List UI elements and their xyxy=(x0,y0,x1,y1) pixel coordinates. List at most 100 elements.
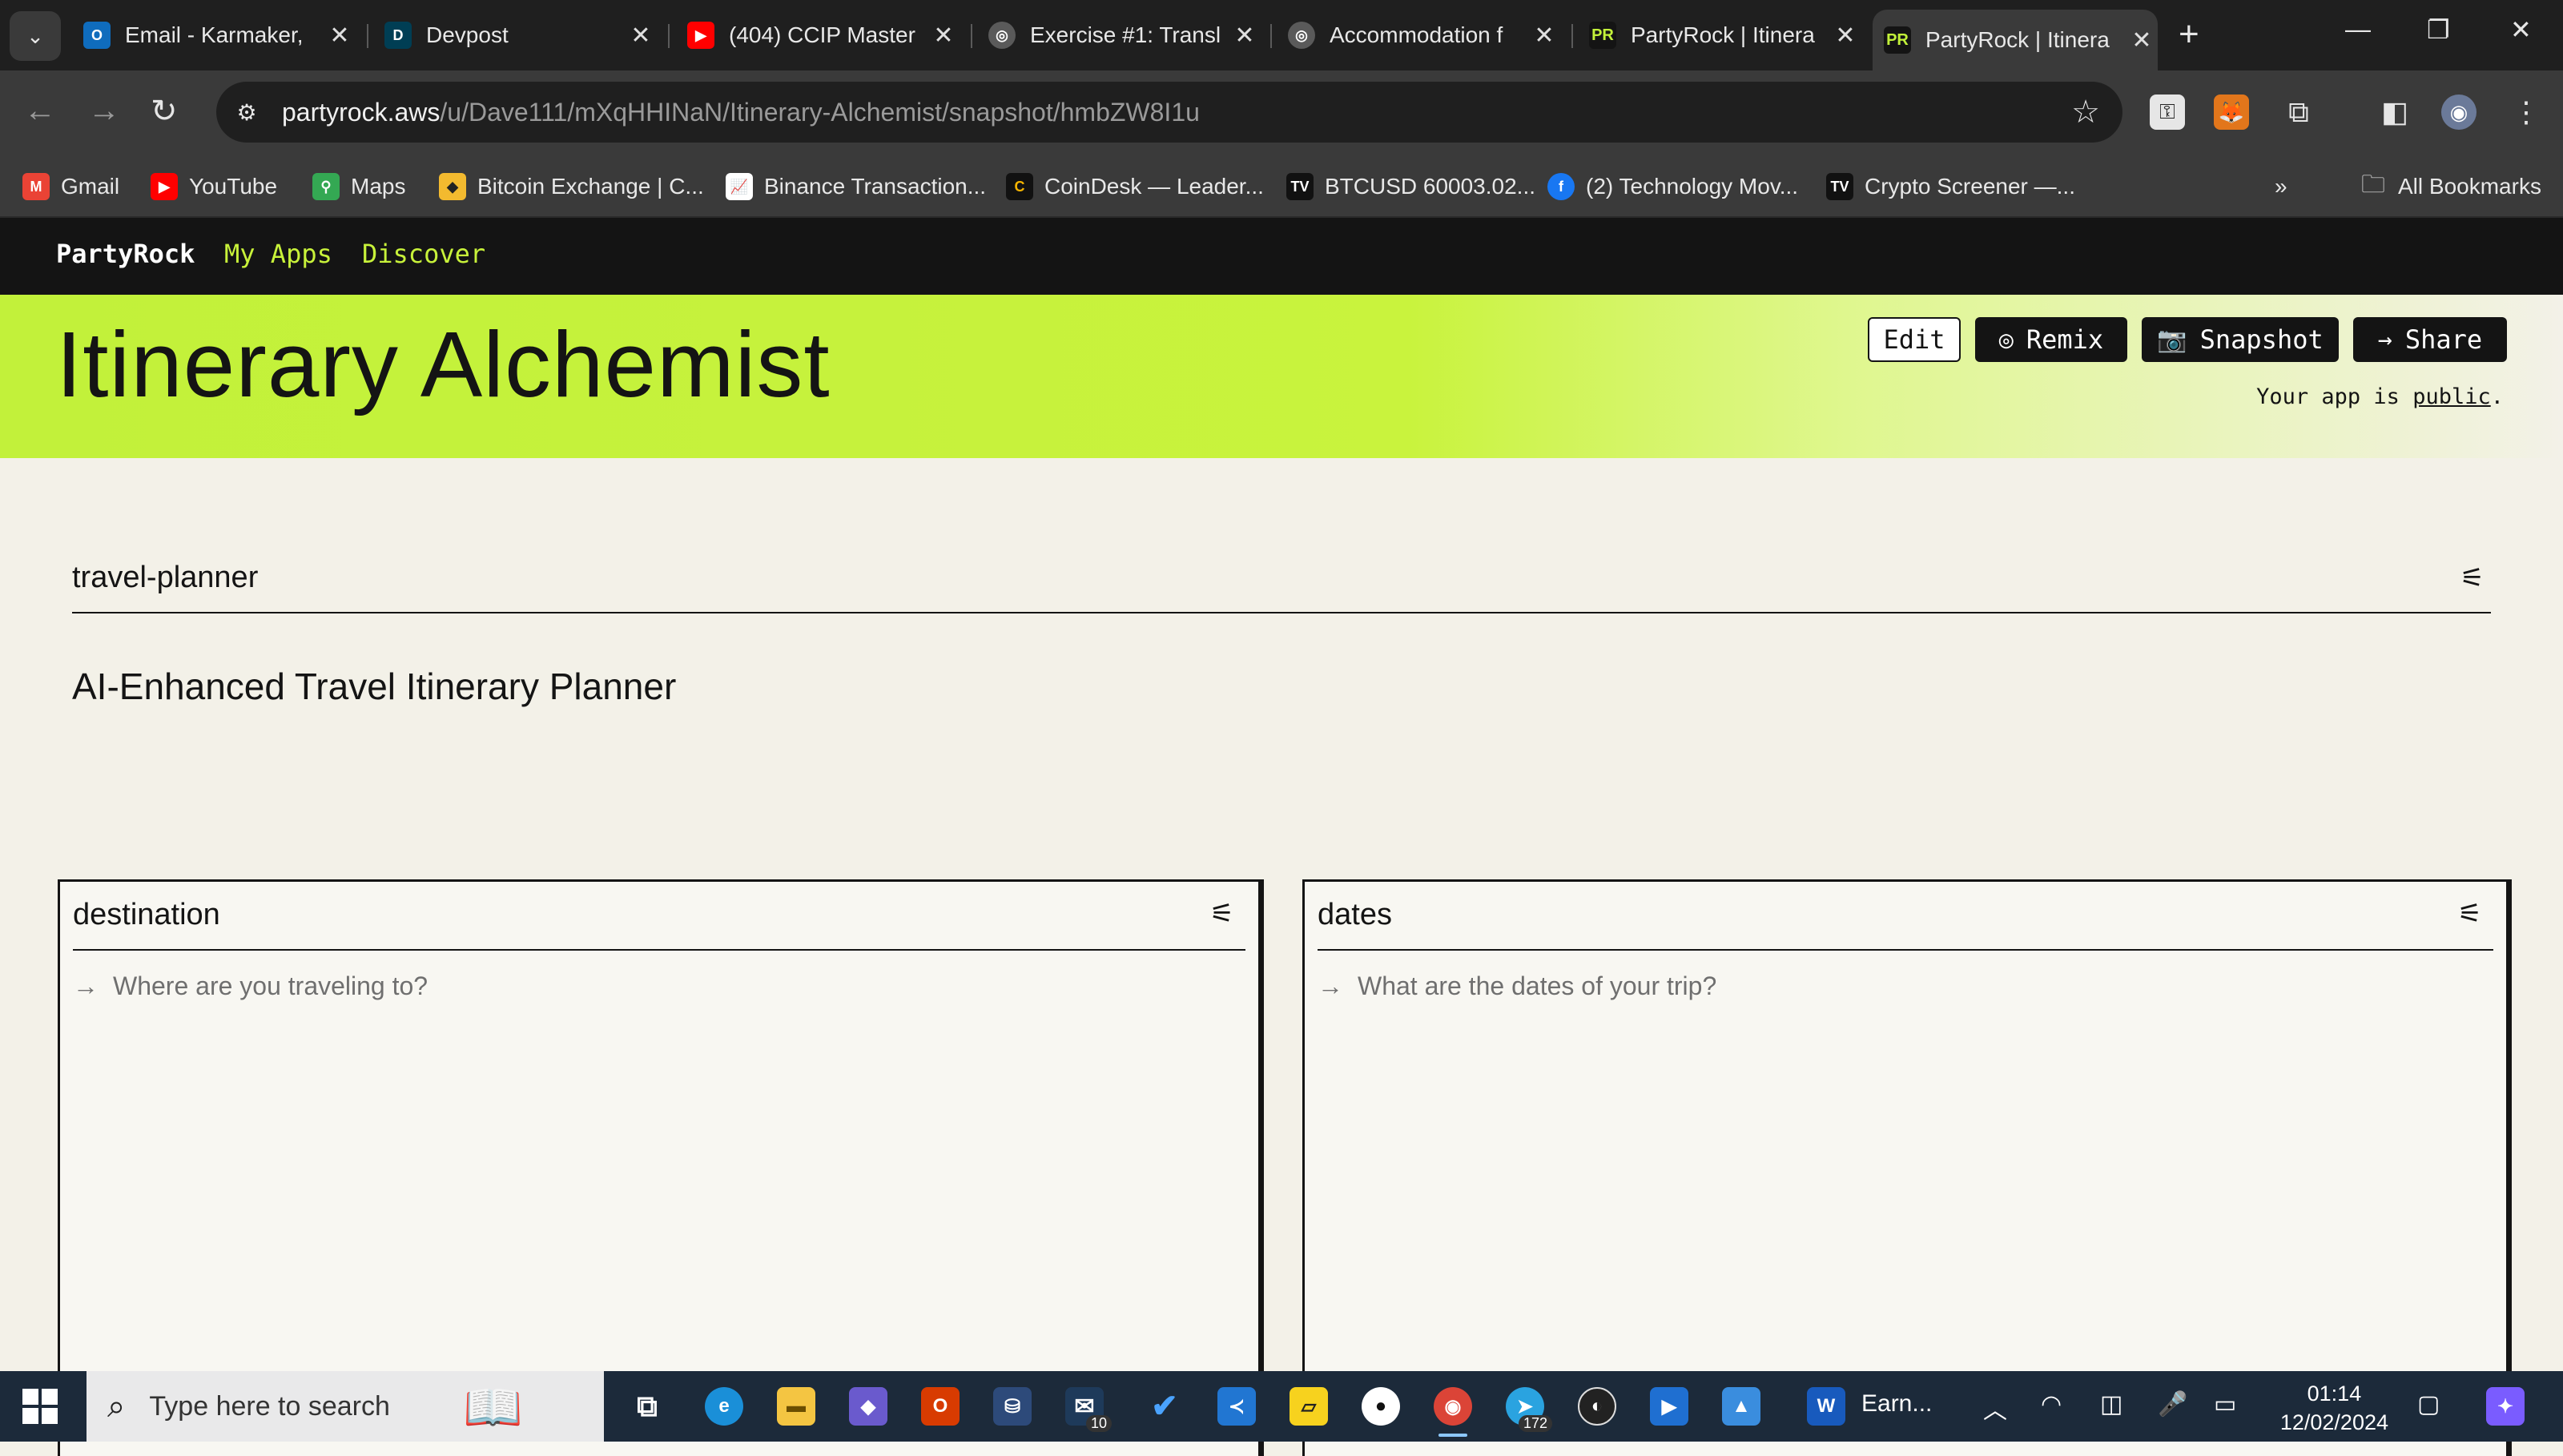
remix-button[interactable]: ◎ Remix xyxy=(1975,317,2127,362)
back-button[interactable]: ← xyxy=(24,93,56,129)
bookmark-crypto-screener[interactable]: TV Crypto Screener —... xyxy=(1826,167,2075,207)
bookmark-technology[interactable]: f (2) Technology Mov... xyxy=(1547,167,1798,207)
bookmark-gmail[interactable]: M Gmail xyxy=(22,167,119,207)
word-icon[interactable]: W xyxy=(1807,1387,1845,1426)
sliders-icon[interactable]: ⚟ xyxy=(1210,898,1234,930)
bookmark-maps[interactable]: ⚲ Maps xyxy=(312,167,405,207)
sliders-icon[interactable]: ⚟ xyxy=(2460,562,2485,594)
forward-button[interactable]: → xyxy=(88,93,120,129)
tab-title: PartyRock | Itinera xyxy=(1925,27,2110,52)
system-clock[interactable]: 01:14 12/02/2024 xyxy=(2280,1379,2388,1437)
site-settings-icon[interactable]: ⚙ xyxy=(231,99,263,126)
taskbar-search[interactable]: ⌕ Type here to search 📖 xyxy=(87,1371,604,1442)
office-icon[interactable]: O xyxy=(921,1387,960,1426)
mysql-workbench-icon[interactable]: ⛁ xyxy=(993,1387,1032,1426)
tab-title: Devpost xyxy=(426,22,509,47)
obs-icon[interactable]: ◐ xyxy=(1578,1387,1616,1426)
tab-search-dropdown[interactable]: ⌄ xyxy=(10,11,61,61)
browser-tab[interactable]: O Email - Karmaker, ✕ xyxy=(83,13,356,58)
bookmark-star-icon[interactable]: ☆ xyxy=(2071,94,2100,131)
photos-icon[interactable]: ▲ xyxy=(1722,1387,1760,1426)
page-title: Itinerary Alchemist xyxy=(56,312,831,416)
telegram-icon[interactable]: ➤ 172 xyxy=(1506,1387,1552,1432)
notifications-icon[interactable]: ▢ xyxy=(2417,1390,2440,1418)
bookmark-coindesk[interactable]: C CoinDesk — Leader... xyxy=(1006,167,1264,207)
side-panel-icon[interactable]: ◧ xyxy=(2377,95,2412,130)
password-manager-icon[interactable]: ⚿ xyxy=(2150,95,2185,130)
copilot-icon[interactable]: ◆ xyxy=(849,1387,887,1426)
file-explorer-icon[interactable]: ▬ xyxy=(777,1387,815,1426)
reload-button[interactable]: ↻ xyxy=(151,93,178,130)
browser-tab[interactable]: PR PartyRock | Itinera ✕ xyxy=(1589,13,1861,58)
partyrock-icon: PR xyxy=(1589,22,1616,49)
url-text[interactable]: partyrock.aws/u/Dave111/mXqHHINaN/Itiner… xyxy=(282,98,1200,127)
bookmark-binance-transaction[interactable]: 📈 Binance Transaction... xyxy=(726,167,986,207)
metamask-icon[interactable]: 🦊 xyxy=(2214,95,2249,130)
bookmark-bitcoin-exchange[interactable]: ◆ Bitcoin Exchange | C... xyxy=(439,167,704,207)
minimize-button[interactable]: — xyxy=(2345,14,2371,44)
show-hidden-icons[interactable]: ︿ xyxy=(1983,1390,2007,1426)
tab-separator xyxy=(1270,24,1272,48)
menu-icon[interactable]: ⋮ xyxy=(2509,95,2544,130)
profile-avatar[interactable]: ◉ xyxy=(2441,95,2476,130)
edge-icon[interactable]: e xyxy=(705,1387,743,1426)
close-icon[interactable]: ✕ xyxy=(2126,26,2158,54)
task-view-icon[interactable]: ⧉ xyxy=(628,1387,666,1426)
vscode-icon[interactable]: ≺ xyxy=(1217,1387,1256,1426)
close-icon[interactable]: ✕ xyxy=(324,22,356,50)
sticky-notes-icon[interactable]: ▱ xyxy=(1290,1387,1328,1426)
network-icon[interactable]: ◠ xyxy=(2041,1390,2062,1418)
close-icon[interactable]: ✕ xyxy=(927,22,960,50)
bookmark-btcusd[interactable]: TV BTCUSD 60003.02... xyxy=(1286,167,1535,207)
browser-tab[interactable]: D Devpost ✕ xyxy=(384,13,657,58)
mail-icon[interactable]: ✉ 10 xyxy=(1065,1387,1112,1432)
nav-discover[interactable]: Discover xyxy=(362,239,485,269)
search-icon: ⌕ xyxy=(107,1388,126,1424)
meet-now-icon[interactable]: ◫ xyxy=(2100,1390,2122,1418)
close-icon[interactable]: ✕ xyxy=(1528,22,1560,50)
nav-my-apps[interactable]: My Apps xyxy=(224,239,332,269)
share-label: Share xyxy=(2404,324,2483,355)
edit-button[interactable]: Edit xyxy=(1868,317,1961,362)
destination-input[interactable]: → Where are you traveling to? xyxy=(73,971,428,1001)
app-icon[interactable]: ● xyxy=(1362,1387,1400,1426)
outlook-icon: O xyxy=(83,22,111,49)
close-icon[interactable]: ✕ xyxy=(1829,22,1861,50)
close-icon[interactable]: ✕ xyxy=(625,22,657,50)
more-bookmarks-button[interactable]: » xyxy=(2275,167,2287,207)
chrome-icon[interactable]: ◉ xyxy=(1434,1387,1472,1437)
extensions-icon[interactable]: ⧉ xyxy=(2281,95,2316,130)
copilot-tray-icon[interactable]: ✦ xyxy=(2486,1387,2525,1426)
word-window-label[interactable]: Earn... xyxy=(1861,1390,1932,1418)
browser-tab-active[interactable]: PR PartyRock | Itinera ✕ xyxy=(1873,10,2158,70)
visibility-prefix: Your app is xyxy=(2256,384,2413,409)
snapshot-button[interactable]: 📷 Snapshot xyxy=(2142,317,2339,362)
browser-tab[interactable]: ◎ Exercise #1: Transl ✕ xyxy=(988,13,1261,58)
address-bar[interactable]: ⚙ partyrock.aws/u/Dave111/mXqHHINaN/Itin… xyxy=(216,82,2122,143)
public-link[interactable]: public xyxy=(2412,384,2491,409)
bookmark-label: BTCUSD 60003.02... xyxy=(1325,174,1536,199)
divider xyxy=(1318,949,2493,951)
dates-input[interactable]: → What are the dates of your trip? xyxy=(1318,971,1716,1001)
browser-tab[interactable]: ▶ (404) CCIP Master ✕ xyxy=(687,13,960,58)
close-window-button[interactable]: ✕ xyxy=(2510,14,2532,45)
browser-tab[interactable]: ◎ Accommodation f ✕ xyxy=(1288,13,1560,58)
bookmark-youtube[interactable]: ▶ YouTube xyxy=(151,167,277,207)
windows-start-icon[interactable] xyxy=(22,1389,58,1424)
restore-button[interactable]: ❐ xyxy=(2427,14,2450,45)
section-header: travel-planner ⚟ xyxy=(72,554,2491,613)
battery-icon[interactable]: ▭ xyxy=(2214,1390,2236,1418)
brand-logo[interactable]: PartyRock xyxy=(56,239,195,269)
widget-destination: destination ⚟ → Where are you traveling t… xyxy=(58,879,1261,1456)
microphone-icon[interactable]: 🎤 xyxy=(2158,1390,2187,1418)
media-player-icon[interactable]: ▶ xyxy=(1650,1387,1688,1426)
close-icon[interactable]: ✕ xyxy=(1229,22,1261,50)
all-bookmarks-button[interactable]: 🗀 All Bookmarks xyxy=(2360,167,2541,207)
bookmark-label: Maps xyxy=(351,174,406,199)
share-button[interactable]: → Share xyxy=(2353,317,2507,362)
sliders-icon[interactable]: ⚟ xyxy=(2458,898,2482,930)
todo-icon[interactable]: ✔ xyxy=(1145,1387,1184,1426)
new-tab-button[interactable]: + xyxy=(2179,14,2199,54)
browser-toolbar: ← → ↻ ⚙ partyrock.aws/u/Dave111/mXqHHINa… xyxy=(0,70,2563,157)
devpost-icon: D xyxy=(384,22,412,49)
